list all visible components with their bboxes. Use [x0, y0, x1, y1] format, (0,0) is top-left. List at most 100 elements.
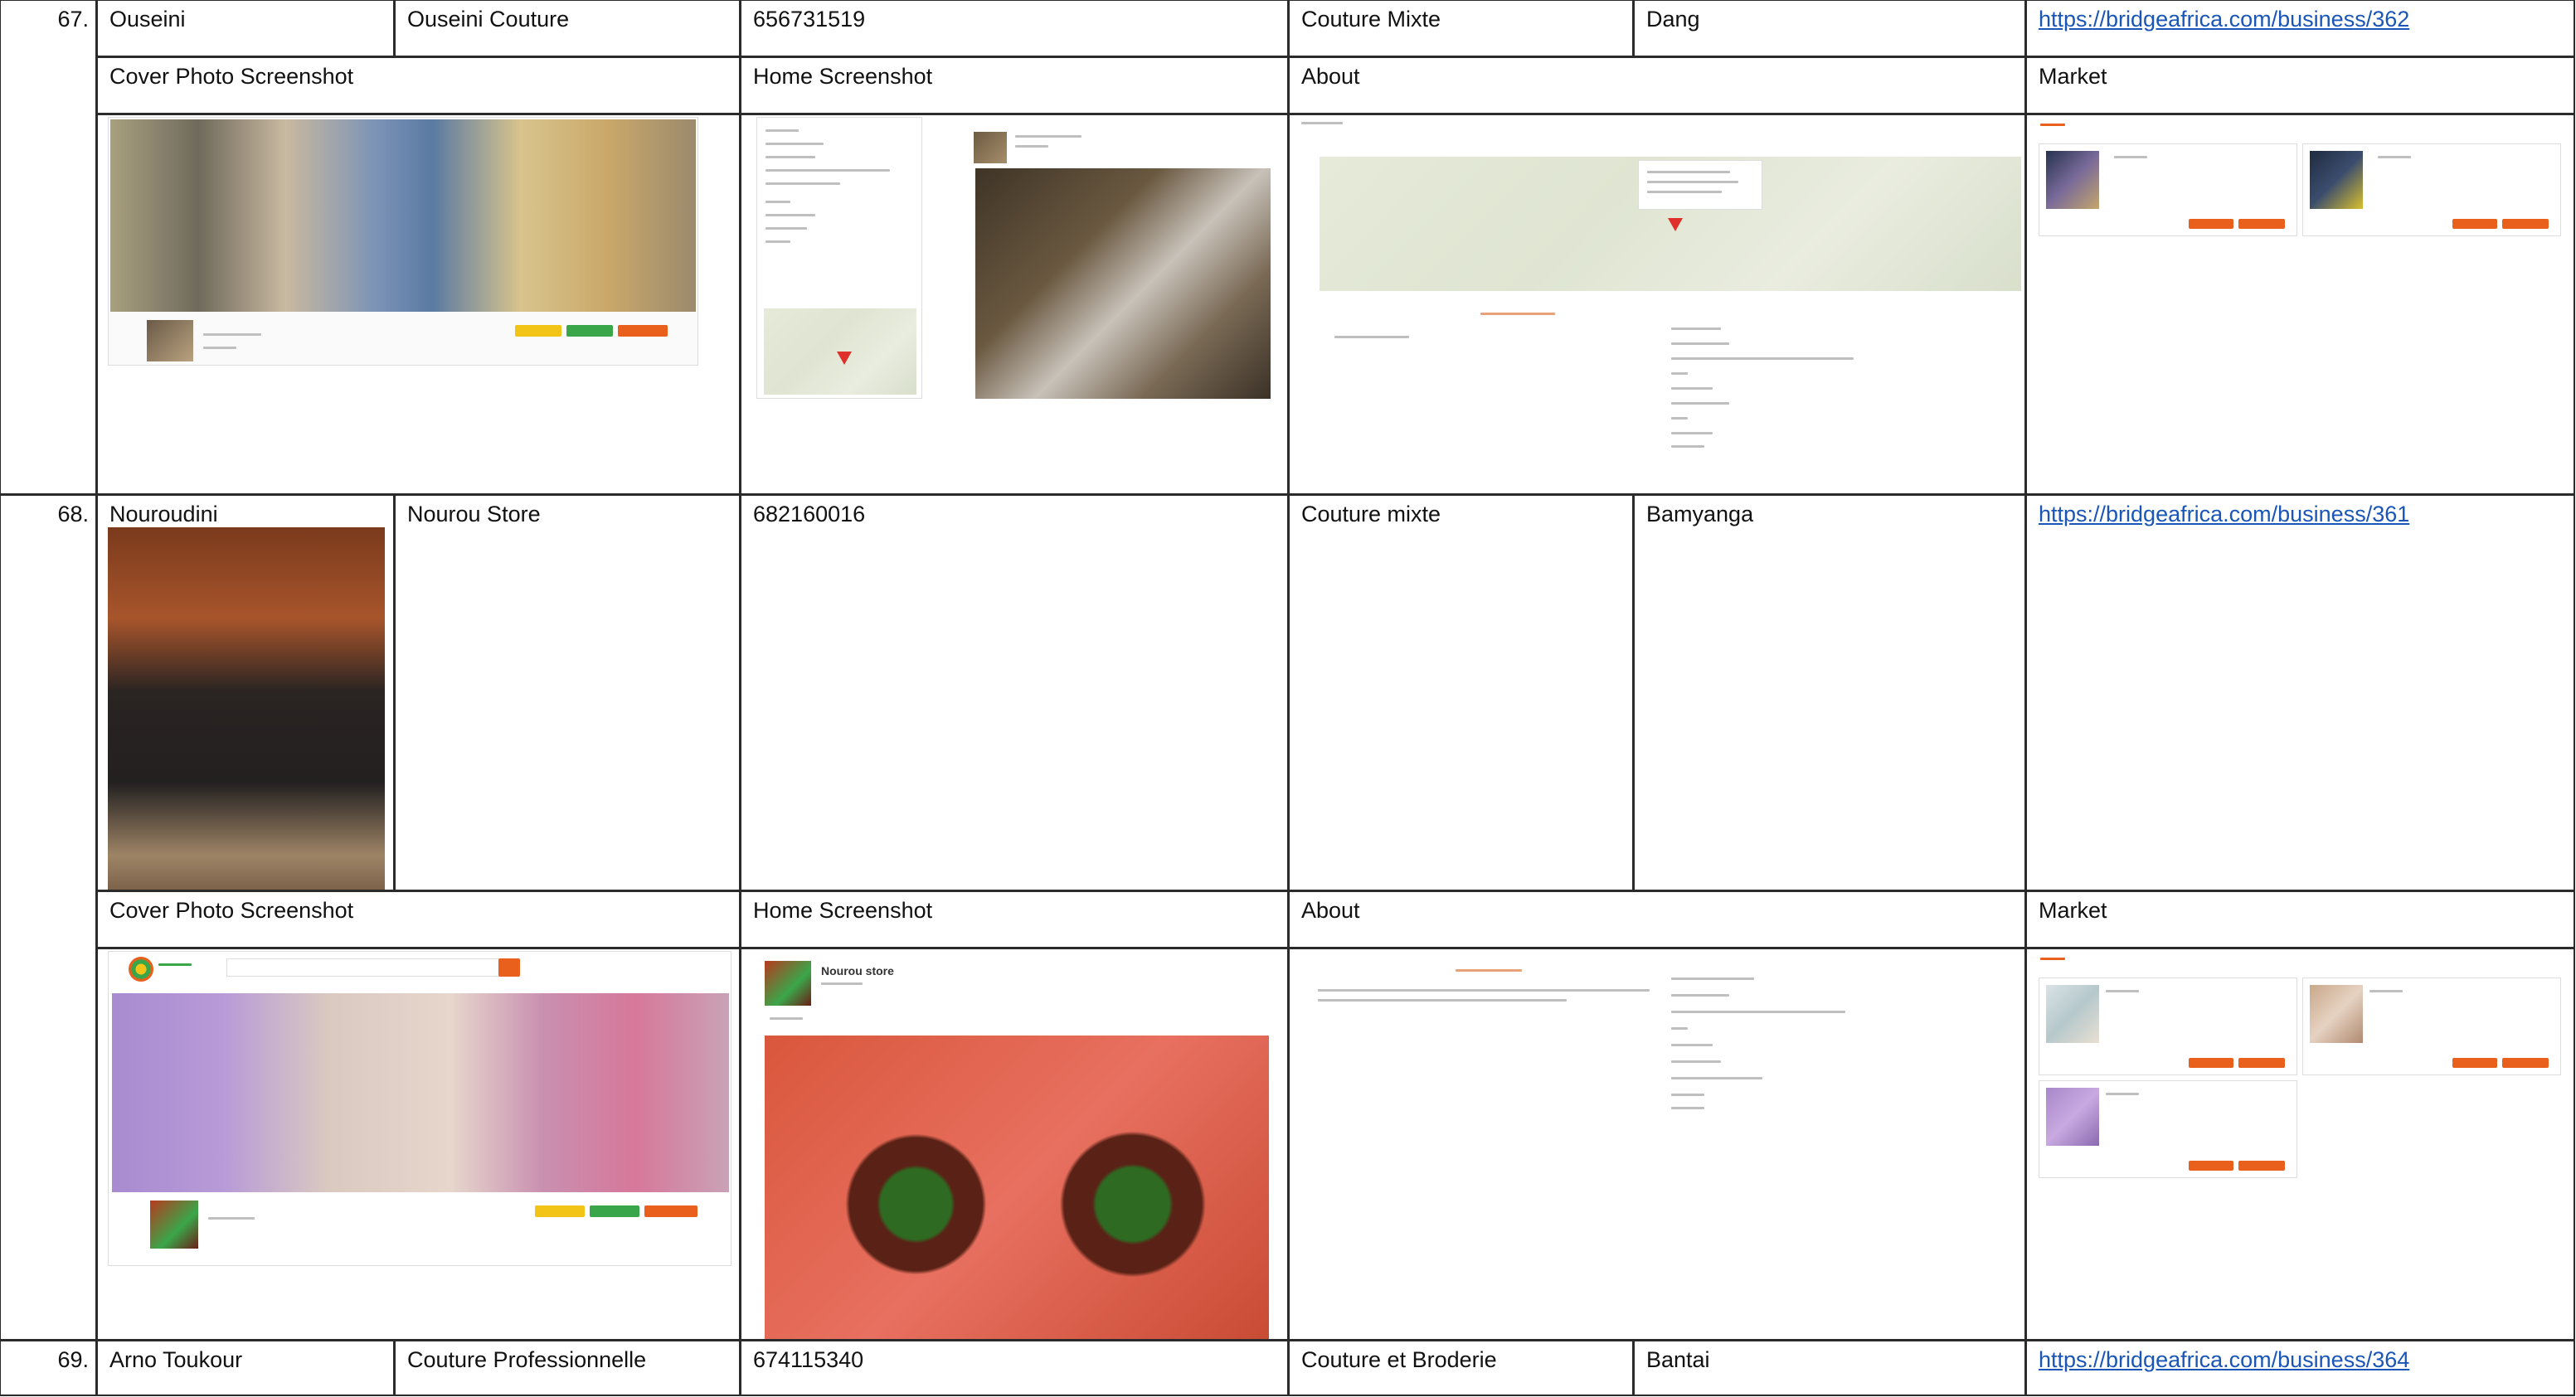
home-post-header — [974, 132, 1007, 163]
market-title-line — [2040, 958, 2065, 960]
cart-button — [2502, 1058, 2549, 1068]
logo-text-line — [158, 963, 192, 966]
owner-photo — [108, 527, 385, 890]
url-cell: https://bridgeafrica.com/business/364 — [2025, 1340, 2575, 1396]
home-header: Home Screenshot — [753, 64, 933, 89]
sidebar-line — [766, 214, 815, 216]
cover-photo — [110, 119, 696, 312]
row-number-cell: 69. — [0, 1340, 97, 1396]
post-date-line — [821, 982, 863, 985]
owner-name: Ouseini — [109, 7, 186, 32]
phone-number: 682160016 — [753, 502, 866, 526]
cover-header-cell: Cover Photo Screenshot — [96, 56, 741, 114]
post-date-line — [1015, 145, 1048, 148]
follow-button — [535, 1205, 585, 1217]
business-link[interactable]: https://bridgeafrica.com/business/362 — [2039, 4, 2409, 34]
buy-button — [2189, 219, 2233, 229]
about-screenshot-cell — [1288, 948, 2026, 1341]
buy-button — [2189, 1058, 2233, 1068]
home-sidebar-screenshot — [756, 117, 922, 399]
market-header-cell: Market — [2025, 56, 2575, 114]
sidebar-line — [766, 201, 790, 203]
about-header-cell: About — [1288, 56, 2026, 114]
market-header: Market — [2039, 898, 2107, 923]
about-info-line — [1671, 342, 1729, 345]
about-header: About — [1301, 898, 1360, 923]
map-pin-icon — [837, 352, 852, 365]
url-cell: https://bridgeafrica.com/business/361 — [2025, 494, 2575, 891]
about-info-line — [1671, 432, 1713, 434]
about-desc-line — [1318, 989, 1650, 992]
cart-button — [2502, 219, 2549, 229]
post-caption-line — [770, 1017, 803, 1020]
owner-name: Arno Toukour — [109, 1347, 243, 1372]
category-cell: Couture mixte — [1288, 494, 1634, 891]
owner-cell: Arno Toukour — [96, 1340, 395, 1396]
business-name: Ouseini Couture — [407, 7, 570, 32]
profile-name-line — [208, 1217, 255, 1220]
message-button — [566, 325, 613, 337]
product-image — [2046, 1088, 2099, 1146]
info-line — [1647, 191, 1722, 193]
sidebar-line — [766, 156, 815, 158]
home-header-cell: Home Screenshot — [740, 56, 1289, 114]
owner-name: Nouroudini — [109, 502, 218, 526]
category: Couture Mixte — [1301, 7, 1441, 32]
home-post-title: Nourou store — [821, 964, 894, 977]
home-post-photo — [975, 168, 1271, 399]
about-title-line — [1301, 122, 1343, 124]
category-cell: Couture Mixte — [1288, 0, 1634, 57]
category: Couture et Broderie — [1301, 1347, 1497, 1372]
phone-cell: 674115340 — [740, 1340, 1289, 1396]
owner-cell: Ouseini — [96, 0, 395, 57]
business-link[interactable]: https://bridgeafrica.com/business/361 — [2039, 499, 2409, 529]
phone-cell: 682160016 — [740, 494, 1289, 891]
location-cell: Bantai — [1633, 1340, 2026, 1396]
cover-header-cell: Cover Photo Screenshot — [96, 890, 741, 948]
market-title-line — [2040, 124, 2065, 126]
business-cell: Couture Professionnelle — [394, 1340, 741, 1396]
phone-cell: 656731519 — [740, 0, 1289, 57]
owner-cell: Nouroudini — [96, 494, 395, 891]
business-cell: Nourou Store — [394, 494, 741, 891]
business-cell: Ouseini Couture — [394, 0, 741, 57]
about-info-line — [1671, 977, 1754, 980]
market-product-card — [2302, 977, 2561, 1075]
home-header: Home Screenshot — [753, 898, 933, 923]
about-desc-line — [1334, 336, 1409, 338]
sidebar-line — [766, 169, 890, 172]
buy-button — [2452, 1058, 2497, 1068]
business-table: 67. Ouseini Ouseini Couture 656731519 Co… — [0, 0, 2576, 1397]
bridgeafrica-logo — [129, 957, 153, 982]
buy-button — [2189, 1161, 2233, 1171]
product-image — [2046, 985, 2099, 1043]
info-line — [1647, 181, 1738, 183]
row-number-cell: 68. — [0, 494, 97, 1341]
market-screenshot-cell — [2025, 948, 2575, 1341]
about-header: About — [1301, 64, 1360, 89]
category-cell: Couture et Broderie — [1288, 1340, 1634, 1396]
about-info-line — [1671, 1107, 1704, 1109]
phone-number: 674115340 — [753, 1347, 864, 1372]
home-screenshot-cell: Nourou store — [740, 948, 1289, 1341]
business-name: Couture Professionnelle — [407, 1347, 647, 1372]
about-info-line — [1671, 1011, 1845, 1013]
map-info-box — [1638, 160, 1762, 210]
home-post-avatar — [765, 961, 811, 1006]
home-post-photo — [765, 1036, 1269, 1339]
phone-number: 656731519 — [753, 7, 866, 32]
profile-thumbnail — [147, 320, 193, 361]
market-screenshot-cell — [2025, 114, 2575, 495]
product-name-line — [2106, 1093, 2139, 1095]
location-cell: Bamyanga — [1633, 494, 2026, 891]
sidebar-line — [766, 182, 840, 185]
market-header: Market — [2039, 64, 2107, 89]
about-info-line — [1671, 372, 1688, 375]
about-info-line — [1671, 994, 1729, 997]
location-cell: Dang — [1633, 0, 2026, 57]
business-link[interactable]: https://bridgeafrica.com/business/364 — [2039, 1345, 2409, 1375]
sidebar-line — [766, 129, 799, 132]
cart-button — [2238, 219, 2285, 229]
business-name: Nourou Store — [407, 502, 541, 526]
cover-screenshot-cell — [96, 114, 741, 495]
